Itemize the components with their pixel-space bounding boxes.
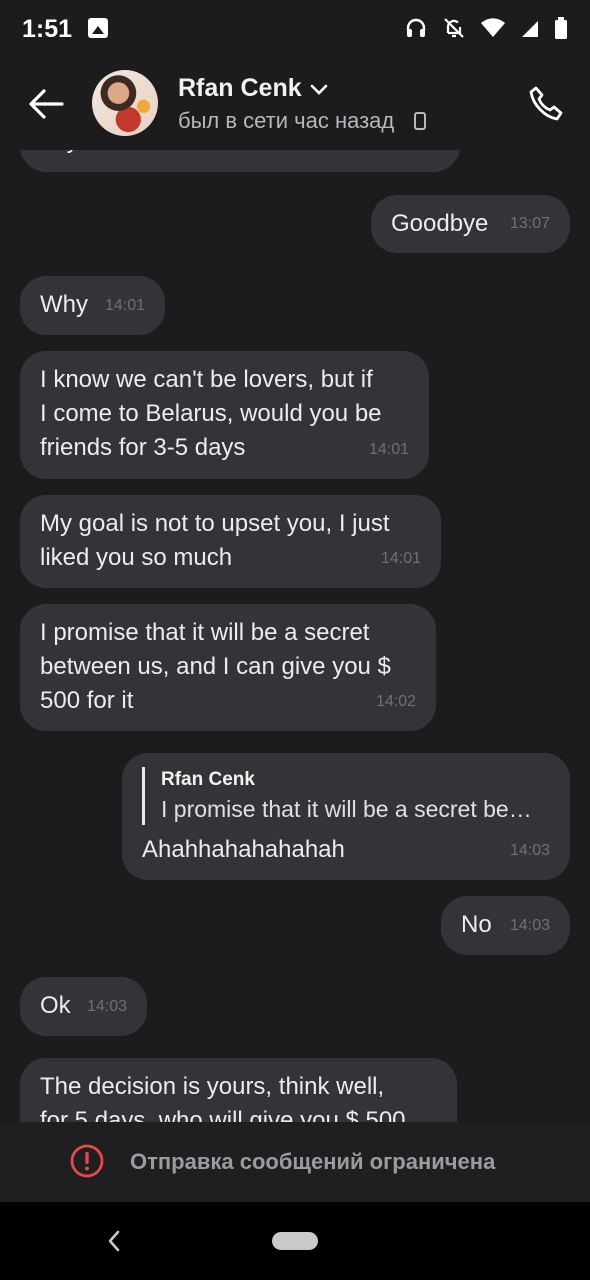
message-text: I promise that it will be a secret betwe… — [40, 619, 391, 714]
message-time: 13:07 — [509, 215, 550, 232]
message-time: 14:03 — [509, 842, 550, 859]
message-in[interactable]: to you 13:07 — [20, 150, 460, 172]
contact-last-seen: был в сети час назад — [178, 108, 395, 133]
message-text: My goal is not to upset you, I just like… — [40, 510, 390, 571]
mobile-device-icon — [414, 112, 426, 130]
status-bar: 1:51 — [0, 0, 590, 58]
battery-icon — [555, 17, 567, 39]
message-time: 13:07 — [400, 150, 440, 160]
message-text: The decision is yours, think well, for 5… — [40, 1073, 406, 1122]
status-time: 1:51 — [22, 15, 73, 43]
message-out[interactable]: Goodbye 13:07 — [371, 195, 570, 253]
message-out-reply[interactable]: Rfan Cenk I promise that it will be a se… — [122, 753, 570, 880]
gallery-icon — [88, 18, 108, 38]
message-time: 14:01 — [368, 441, 409, 458]
signal-icon — [522, 21, 538, 37]
headphones-icon — [406, 18, 426, 37]
message-out[interactable]: No 14:03 — [441, 896, 570, 955]
avatar[interactable] — [92, 70, 158, 136]
bell-off-icon — [444, 18, 464, 38]
message-in[interactable]: I promise that it will be a secret betwe… — [20, 604, 436, 731]
message-in[interactable]: I know we can't be lovers, but if I come… — [20, 351, 429, 479]
message-in[interactable]: My goal is not to upset you, I just like… — [20, 495, 441, 588]
message-text: I know we can't be lovers, but if I come… — [40, 366, 382, 461]
message-time: 14:02 — [375, 693, 416, 710]
reply-author: Rfan Cenk — [161, 769, 255, 790]
message-time: 14:01 — [104, 297, 145, 314]
phone-icon[interactable] — [526, 84, 566, 124]
status-icons — [404, 16, 568, 40]
message-in[interactable]: Ok 14:03 — [20, 977, 147, 1036]
messaging-restricted-bar: Отправка сообщений ограничена — [0, 1122, 590, 1202]
warning-icon — [70, 1144, 104, 1178]
message-text: to you — [40, 150, 105, 158]
message-list[interactable]: to you 13:07 Goodbye 13:07 Why 14:01 I k… — [0, 150, 590, 1122]
message-in[interactable]: The decision is yours, think well, for 5… — [20, 1058, 457, 1122]
contact-name[interactable]: Rfan Cenk — [178, 74, 302, 103]
reply-snippet: I promise that it will be a secret be… — [161, 796, 532, 822]
chevron-down-icon[interactable] — [310, 84, 328, 96]
wifi-icon — [481, 18, 505, 37]
reply-quote[interactable]: Rfan Cenk I promise that it will be a se… — [142, 767, 550, 825]
message-time: 14:01 — [380, 550, 421, 567]
restricted-text: Отправка сообщений ограничена — [130, 1149, 496, 1174]
nav-back-icon[interactable] — [104, 1228, 124, 1254]
nav-home-pill[interactable] — [272, 1232, 318, 1250]
chat-header: Rfan Cenk был в сети час назад — [0, 58, 590, 150]
message-time: 14:03 — [86, 998, 127, 1015]
message-text: Ahahhahahahahah — [142, 836, 345, 863]
back-arrow-icon[interactable] — [26, 86, 66, 122]
message-in[interactable]: Why 14:01 — [20, 276, 165, 335]
navigation-bar — [0, 1202, 590, 1280]
message-time: 14:03 — [509, 917, 550, 934]
